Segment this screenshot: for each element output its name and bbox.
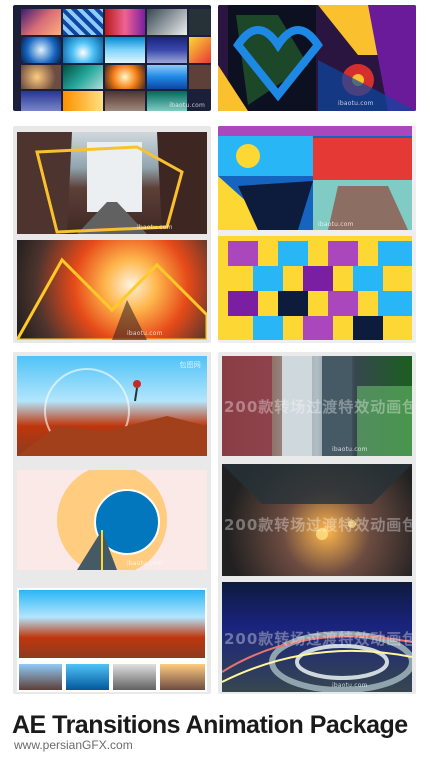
grid-thumb [147, 9, 187, 35]
grid-thumb [189, 9, 211, 35]
geo-scene-top: ibaotu.com [218, 126, 412, 230]
street-scene: ibaotu.com [17, 132, 207, 234]
grid-thumb [63, 37, 103, 63]
market-scene: 200款转场过渡特效动画包 [222, 464, 412, 576]
overlay-text: 200款转场过渡特效动画包 [224, 398, 412, 416]
page-title: AE Transitions Animation Package [12, 711, 408, 739]
grid-thumb [21, 37, 61, 63]
strip-thumb [113, 664, 156, 690]
watermark: ibaotu.com [318, 221, 354, 228]
overlay-text: 200款转场过渡特效动画包 [224, 516, 412, 534]
grid-thumb [105, 65, 145, 89]
circle-art [17, 470, 207, 570]
strip-thumb [160, 664, 205, 690]
watermark: ibaotu.com [127, 330, 163, 337]
explosion-art [17, 257, 207, 340]
preview-panel-geometric[interactable]: ibaotu.com [218, 126, 416, 343]
watermark: ibaotu.com [127, 560, 163, 567]
strip-main [19, 590, 205, 658]
grid-thumb [147, 37, 187, 63]
geo-art-bottom [228, 241, 412, 340]
watermark: ibaotu.com [332, 446, 368, 453]
grid-thumb [105, 91, 145, 111]
preview-panel-street[interactable]: ibaotu.com ibaotu.com [13, 126, 211, 343]
watermark: ibaotu.com [137, 224, 173, 231]
explosion-scene: ibaotu.com [17, 240, 207, 340]
overlay-text: 200款转场过渡特效动画包 [224, 630, 412, 648]
circle-scene: ibaotu.com [17, 470, 207, 570]
street-art [17, 132, 207, 234]
grid-thumb [21, 65, 61, 89]
grid-thumb [189, 65, 211, 89]
shape-art [218, 5, 416, 111]
watermark: ibaotu.com [169, 102, 205, 109]
logo-mark: 包图网 [179, 361, 201, 369]
preview-panel-city[interactable]: 200款转场过渡特效动画包 ibaotu.com 200款转场过渡特效动画包 2… [218, 352, 416, 694]
grid-thumb [21, 91, 61, 111]
watermark: ibaotu.com [332, 682, 368, 689]
grid-thumb [189, 37, 211, 63]
geo-scene-bottom [218, 236, 412, 340]
strip-thumb [66, 664, 109, 690]
grid-thumb [147, 65, 187, 89]
city-scene: 200款转场过渡特效动画包 ibaotu.com [222, 356, 412, 456]
hiker-art [17, 368, 207, 456]
strip-scene [17, 588, 207, 692]
geo-art-top [218, 126, 412, 230]
hiker-scene: 包图网 [17, 356, 207, 456]
strip-thumb [19, 664, 62, 690]
preview-panel-shapes[interactable]: ibaotu.com [218, 5, 416, 111]
grid-thumb [105, 37, 145, 63]
watermark: ibaotu.com [338, 100, 374, 107]
website-link[interactable]: www.persianGFX.com [14, 738, 133, 752]
grid-thumb [63, 65, 103, 89]
preview-panel-grid[interactable]: ibaotu.com [13, 5, 211, 111]
preview-panel-circle[interactable]: 包图网 ibaotu.com [13, 352, 211, 694]
grid-thumb [105, 9, 145, 35]
highway-scene: 200款转场过渡特效动画包 ibaotu.com [222, 582, 412, 692]
grid-thumb [63, 91, 103, 111]
grid-thumb [63, 9, 103, 35]
grid-thumb [21, 9, 61, 35]
